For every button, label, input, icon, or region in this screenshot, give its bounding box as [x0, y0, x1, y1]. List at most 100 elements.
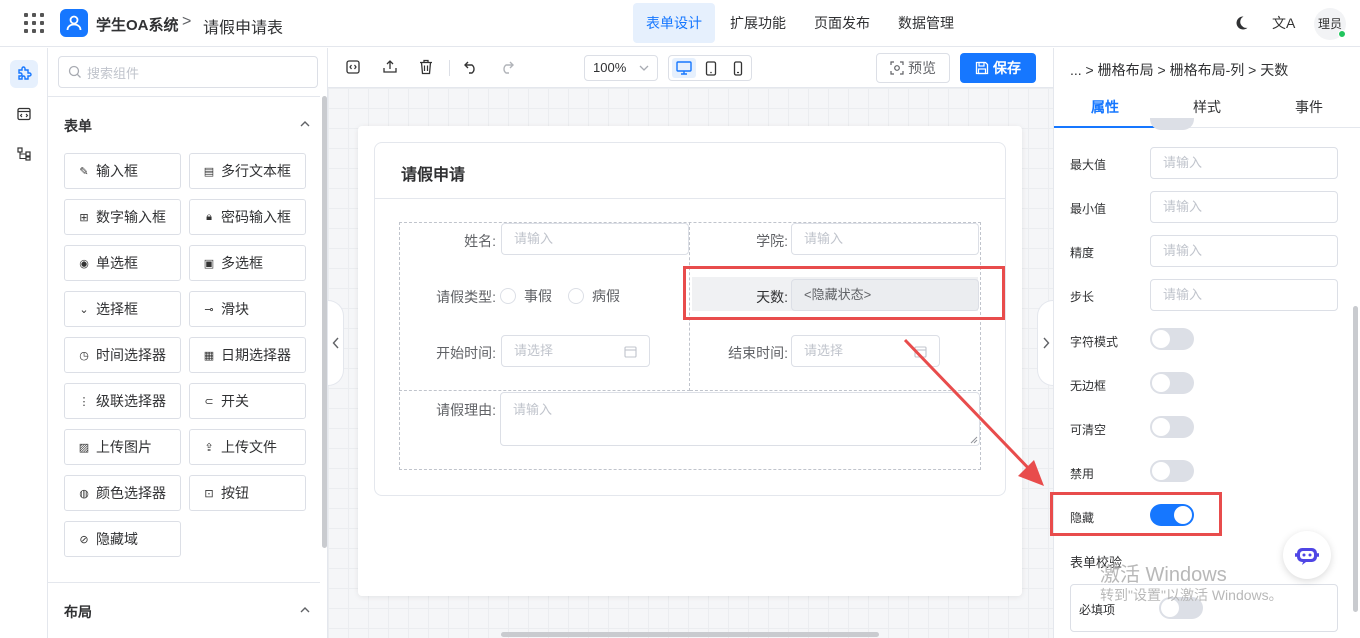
- component-item-select[interactable]: ⌄ 选择框: [64, 291, 181, 327]
- radio-icon: ◉: [79, 257, 89, 270]
- component-item-palette[interactable]: ◍ 颜色选择器: [64, 475, 181, 511]
- component-item-label: 按钮: [221, 485, 249, 501]
- component-item-label: 级联选择器: [96, 393, 166, 409]
- component-item-label: 日期选择器: [221, 347, 291, 363]
- toggle-switch[interactable]: [1150, 372, 1194, 394]
- button-icon: ⊡: [204, 487, 214, 500]
- prop-input[interactable]: 请输入: [1150, 279, 1338, 311]
- nav-data-management[interactable]: 数据管理: [885, 3, 967, 43]
- textarea-icon: ▤: [203, 165, 215, 178]
- desktop-icon[interactable]: [672, 58, 696, 78]
- tab-attributes[interactable]: 属性: [1054, 88, 1156, 128]
- component-item-upload[interactable]: ⇪ 上传文件: [189, 429, 306, 465]
- canvas-horizontal-scrollbar[interactable]: [501, 632, 879, 637]
- switch-knob: [1161, 599, 1179, 617]
- preview-button[interactable]: 预览: [876, 53, 950, 83]
- prop-label: 最大值: [1070, 158, 1107, 172]
- avatar[interactable]: 理员: [1314, 8, 1346, 40]
- section-divider: [48, 582, 320, 583]
- component-item-label: 上传文件: [221, 439, 277, 455]
- slider-icon: ⊸: [204, 303, 214, 316]
- mobile-icon[interactable]: [726, 58, 750, 78]
- component-item-cascader[interactable]: ⋮ 级联选择器: [64, 383, 181, 419]
- robot-icon: [1295, 548, 1319, 565]
- component-item-clock[interactable]: ◷ 时间选择器: [64, 337, 181, 373]
- chevron-right-icon: [1042, 337, 1049, 349]
- pencil-icon: ✎: [79, 165, 89, 178]
- component-item-number[interactable]: ⊞ 数字输入框: [64, 199, 181, 235]
- code-icon[interactable]: [344, 58, 362, 76]
- name-label: 姓名:: [464, 233, 496, 249]
- component-breadcrumb: ... > 栅格布局 > 栅格布局-列 > 天数: [1070, 62, 1289, 78]
- component-item-image[interactable]: ▨ 上传图片: [64, 429, 181, 465]
- panel-divider: [48, 96, 320, 97]
- component-item-label: 颜色选择器: [96, 485, 166, 501]
- prop-input[interactable]: 请输入: [1150, 191, 1338, 223]
- college-input[interactable]: 请输入: [791, 223, 979, 255]
- nav-page-publish[interactable]: 页面发布: [801, 3, 883, 43]
- end-time-picker[interactable]: 请选择: [791, 335, 940, 367]
- collapse-right-handle[interactable]: [1037, 300, 1053, 386]
- translate-icon[interactable]: 文A: [1272, 13, 1295, 33]
- chevron-up-icon[interactable]: [300, 605, 310, 615]
- radio-label: 病假: [592, 288, 620, 304]
- switch-label: 可清空: [1070, 423, 1107, 437]
- save-button[interactable]: 保存: [960, 53, 1036, 83]
- component-item-radio[interactable]: ◉ 单选框: [64, 245, 181, 281]
- radio-sick-leave[interactable]: 病假: [568, 286, 620, 306]
- assistant-bot-button[interactable]: [1283, 531, 1331, 579]
- collapse-left-handle[interactable]: [328, 300, 344, 386]
- validation-box: 必填项: [1070, 584, 1338, 632]
- user-icon: [66, 15, 82, 31]
- export-icon[interactable]: [381, 58, 399, 76]
- app-grid-icon[interactable]: [24, 13, 44, 33]
- properties-panel: ... > 栅格布局 > 栅格布局-列 > 天数 属性 样式 事件 最大值 请输入…: [1050, 48, 1360, 638]
- reason-placeholder: 请输入: [513, 402, 553, 417]
- components-tab-icon[interactable]: [10, 60, 38, 88]
- image-icon: ▨: [78, 441, 90, 454]
- component-item-pencil[interactable]: ✎ 输入框: [64, 153, 181, 189]
- partial-switch[interactable]: [1150, 118, 1194, 130]
- component-item-calendar[interactable]: ▦ 日期选择器: [189, 337, 306, 373]
- code-window-icon[interactable]: [10, 100, 38, 128]
- component-item-eye-off[interactable]: ⊘ 隐藏域: [64, 521, 181, 557]
- properties-scrollbar[interactable]: [1353, 306, 1358, 612]
- toggle-switch[interactable]: [1150, 416, 1194, 438]
- toggle-switch[interactable]: [1150, 328, 1194, 350]
- flow-icon[interactable]: [10, 140, 38, 168]
- delete-icon[interactable]: [417, 58, 435, 76]
- top-nav: 表单设计 扩展功能 页面发布 数据管理: [633, 3, 969, 43]
- radio-personal-leave[interactable]: 事假: [500, 286, 552, 306]
- dark-mode-icon[interactable]: [1233, 15, 1249, 31]
- left-rail: [0, 48, 48, 638]
- prop-input[interactable]: 请输入: [1150, 235, 1338, 267]
- reason-textarea[interactable]: 请输入: [500, 392, 980, 446]
- chevron-up-icon[interactable]: [300, 119, 310, 129]
- switch-knob: [1152, 418, 1170, 436]
- component-search[interactable]: [58, 56, 318, 88]
- component-item-button[interactable]: ⊡ 按钮: [189, 475, 306, 511]
- tablet-icon[interactable]: [699, 58, 723, 78]
- component-item-switch[interactable]: ⊂ 开关: [189, 383, 306, 419]
- component-item-slider[interactable]: ⊸ 滑块: [189, 291, 306, 327]
- search-input[interactable]: [87, 63, 307, 83]
- required-switch[interactable]: [1159, 597, 1203, 619]
- prop-input[interactable]: 请输入: [1150, 147, 1338, 179]
- save-icon: [975, 61, 989, 75]
- start-time-picker[interactable]: 请选择: [501, 335, 650, 367]
- nav-form-design[interactable]: 表单设计: [633, 3, 715, 43]
- component-item-lock[interactable]: 🔒︎ 密码输入框: [189, 199, 306, 235]
- toggle-switch[interactable]: [1150, 460, 1194, 482]
- nav-extensions[interactable]: 扩展功能: [717, 3, 799, 43]
- undo-icon[interactable]: [462, 58, 480, 76]
- component-item-textarea[interactable]: ▤ 多行文本框: [189, 153, 306, 189]
- redo-icon[interactable]: [498, 58, 516, 76]
- panel-scrollbar[interactable]: [322, 96, 327, 548]
- name-input[interactable]: 请输入: [501, 223, 689, 255]
- properties-tabs: 属性 样式 事件: [1054, 88, 1360, 128]
- tab-events[interactable]: 事件: [1258, 88, 1360, 128]
- component-item-checkbox[interactable]: ▣ 多选框: [189, 245, 306, 281]
- zoom-select[interactable]: 100%: [584, 55, 658, 81]
- prop-label: 步长: [1070, 290, 1095, 304]
- resize-grip-icon[interactable]: [970, 436, 978, 444]
